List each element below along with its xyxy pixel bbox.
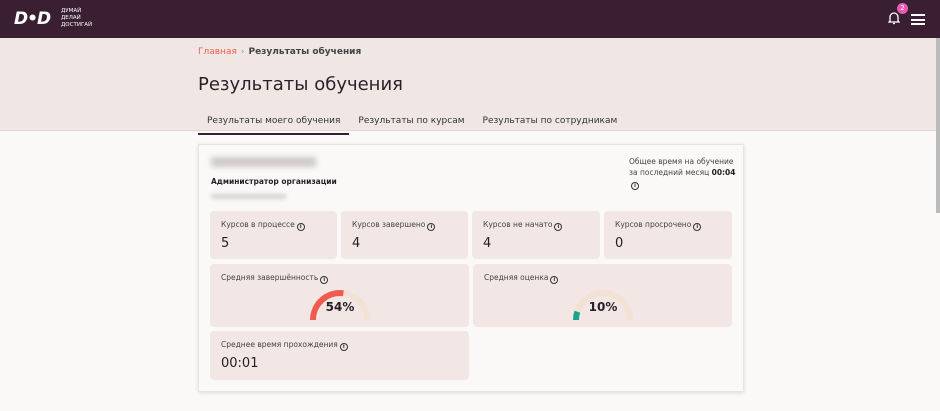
info-icon[interactable]: i [296,223,305,231]
stat-tile: Курсов просрочено i 0 [604,211,732,259]
total-time-value: 00:04 [711,168,736,177]
gauge-tile: Средняя оценка i 10% [473,264,732,327]
avg-time-value: 00:01 [221,356,259,371]
stat-tile: Курсов в процессе i 5 [210,211,337,259]
total-time: Общее время на обучение за последний мес… [629,156,739,190]
info-icon[interactable]: i [554,223,563,231]
hamburger-menu-icon[interactable] [911,14,925,25]
breadcrumb-home[interactable]: Главная [198,47,237,57]
tabs: Результаты моего обучения Результаты по … [198,113,626,135]
results-card: Администратор организации Общее время на… [198,144,744,392]
user-role: Администратор организации [211,177,337,186]
breadcrumb: Главная › Результаты обучения [198,47,361,57]
scrollbar[interactable] [936,38,940,213]
user-email-blurred [211,194,286,199]
slogan-line: ДОСТИГАЙ [61,22,93,28]
notification-badge: 2 [897,3,908,14]
gauge-tile: Средняя завершённость i 54% [210,264,469,327]
slogan-line: ДУМАЙ [61,8,82,14]
tab-my-results[interactable]: Результаты моего обучения [198,113,350,135]
breadcrumb-separator: › [240,47,245,57]
info-icon[interactable]: i [339,343,348,351]
stat-value: 4 [352,236,361,251]
avg-time-tile: Среднее время прохождения i 00:01 [210,331,469,380]
top-header: D•D ДУМАЙ ДЕЛАЙ ДОСТИГАЙ 2 [0,0,940,38]
page-title: Результаты обучения [198,74,403,95]
info-icon[interactable]: i [631,182,639,190]
avg-time-label: Среднее время прохождения [221,340,338,349]
stat-label: Курсов не начато [483,220,553,229]
breadcrumb-current: Результаты обучения [248,47,362,57]
gauge-value: 54% [325,300,355,314]
gauge-label: Средняя оценка [484,273,549,282]
bell-icon[interactable] [888,11,900,25]
tab-by-courses[interactable]: Результаты по курсам [349,113,473,135]
stat-value: 0 [615,236,624,251]
stat-label: Курсов завершено [352,220,426,229]
gauge-value: 10% [588,300,618,314]
stat-tile: Курсов завершено i 4 [341,211,468,259]
logo-slogan: ДУМАЙ ДЕЛАЙ ДОСТИГАЙ [61,8,92,29]
gauge-label: Средняя завершённость [221,273,319,282]
info-icon[interactable]: i [320,276,329,284]
slogan-line: ДЕЛАЙ [61,15,81,21]
stat-value: 4 [483,236,492,251]
logo[interactable]: D•D [14,9,51,29]
stat-tile: Курсов не начато i 4 [472,211,600,259]
info-icon[interactable]: i [427,223,436,231]
stat-value: 5 [221,236,230,251]
tab-by-employees[interactable]: Результаты по сотрудникам [474,113,627,135]
user-name-blurred [211,157,316,167]
stat-label: Курсов в процессе [221,220,295,229]
stat-label: Курсов просрочено [615,220,692,229]
info-icon[interactable]: i [550,276,559,284]
info-icon[interactable]: i [693,223,702,231]
